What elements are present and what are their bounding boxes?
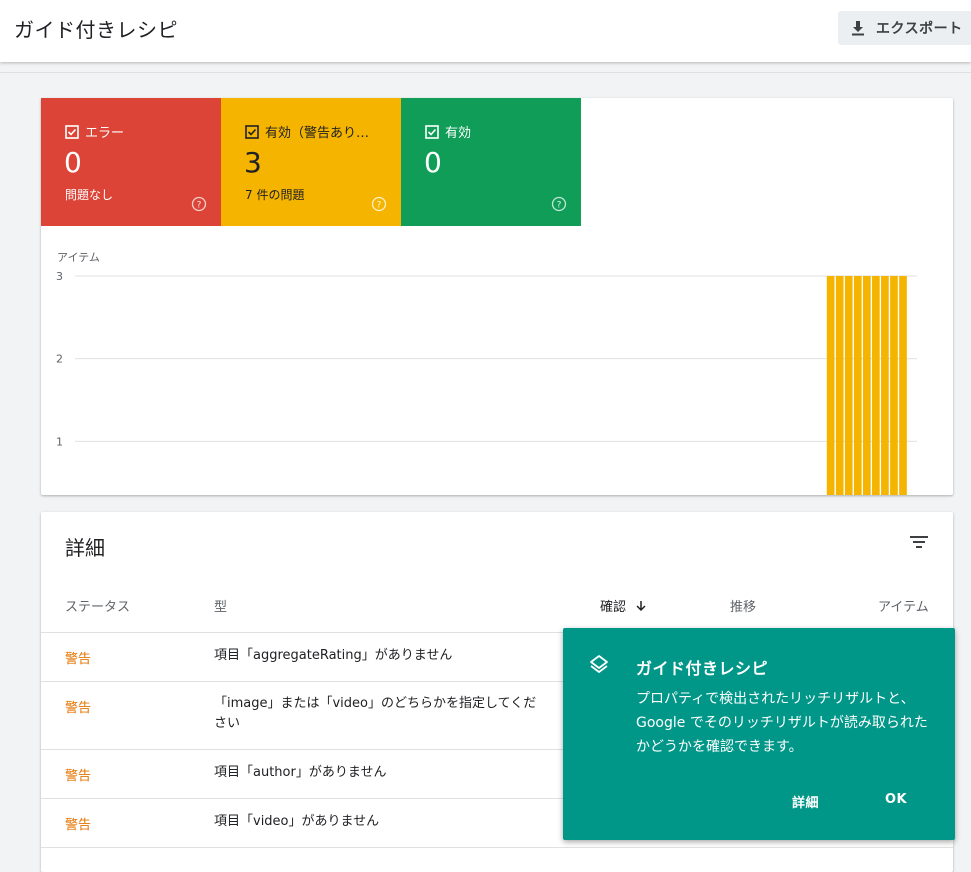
top-app-bar: ガイド付きレシピ エクスポート bbox=[0, 0, 971, 62]
tile-valid[interactable]: 有効 0 ? bbox=[401, 98, 581, 226]
issues-chart: アイテム 0123 2020/02/202020/03/032020/03/15… bbox=[56, 251, 917, 495]
tile-error[interactable]: エラー 0 問題なし ? bbox=[41, 98, 221, 226]
tile-valid-label: 有効 bbox=[445, 126, 472, 141]
tile-warning-sub: 7 件の問題 bbox=[245, 188, 305, 202]
feature-tooltip: ガイド付きレシピ プロパティで検出されたリッチリザルトと、Google でそのリ… bbox=[563, 628, 955, 840]
download-icon bbox=[852, 21, 864, 36]
tile-warning-header: 有効（警告あり… bbox=[245, 122, 369, 141]
tile-error-header: エラー bbox=[65, 122, 124, 141]
checkbox-checked-icon bbox=[425, 124, 439, 139]
export-button[interactable]: エクスポート bbox=[838, 11, 971, 45]
row-status[interactable]: 警告 bbox=[65, 648, 91, 667]
tooltip-title: ガイド付きレシピ bbox=[636, 659, 769, 678]
row-type[interactable]: 項目「author」がありません bbox=[214, 763, 544, 783]
bar bbox=[890, 276, 898, 495]
help-icon[interactable]: ? bbox=[551, 196, 567, 212]
bar bbox=[835, 276, 844, 495]
y-tick-label: 1 bbox=[56, 435, 63, 448]
layers-icon bbox=[590, 655, 608, 673]
filter-icon[interactable] bbox=[909, 534, 929, 550]
arrow-down-icon bbox=[636, 600, 646, 611]
tooltip-body: プロパティで検出されたリッチリザルトと、Google でそのリッチリザルトが読み… bbox=[636, 691, 928, 755]
bar bbox=[881, 276, 889, 495]
bar bbox=[844, 276, 853, 495]
row-type[interactable]: 「image」または「video」のどちらかを指定してください bbox=[214, 694, 544, 734]
svg-text:?: ? bbox=[197, 201, 202, 211]
tile-warning-label: 有効（警告あり… bbox=[265, 126, 370, 141]
y-axis-label: アイテム bbox=[57, 251, 100, 264]
bar bbox=[899, 276, 907, 495]
svg-text:?: ? bbox=[557, 201, 562, 211]
bar bbox=[853, 276, 862, 495]
column-header-confirm-label: 確認 bbox=[600, 600, 627, 615]
tile-error-sub: 問題なし bbox=[65, 188, 114, 202]
column-header-items[interactable]: アイテム bbox=[878, 596, 929, 615]
column-header-trend[interactable]: 推移 bbox=[730, 596, 756, 615]
bar bbox=[862, 276, 871, 495]
y-tick-label: 3 bbox=[56, 270, 63, 283]
help-icon[interactable]: ? bbox=[191, 196, 207, 212]
tile-error-count: 0 bbox=[64, 146, 82, 179]
checkbox-checked-icon bbox=[245, 124, 259, 139]
column-header-status[interactable]: ステータス bbox=[65, 596, 130, 615]
help-icon[interactable]: ? bbox=[371, 196, 387, 212]
tooltip-ok-button[interactable]: OK bbox=[885, 792, 907, 807]
row-status[interactable]: 警告 bbox=[65, 814, 91, 833]
column-header-type[interactable]: 型 bbox=[214, 596, 227, 615]
header-divider bbox=[0, 72, 971, 73]
tile-warning[interactable]: 有効（警告あり… 3 7 件の問題 ? bbox=[221, 98, 401, 226]
row-type[interactable]: 項目「video」がありません bbox=[214, 812, 544, 832]
row-divider bbox=[41, 847, 953, 848]
tile-valid-header: 有効 bbox=[425, 122, 471, 141]
details-title: 詳細 bbox=[65, 536, 105, 560]
export-label: エクスポート bbox=[876, 21, 963, 37]
bar bbox=[826, 276, 835, 495]
row-type[interactable]: 項目「aggregateRating」がありません bbox=[214, 646, 544, 666]
tooltip-details-button[interactable]: 詳細 bbox=[792, 792, 819, 811]
bar bbox=[872, 276, 880, 495]
row-status[interactable]: 警告 bbox=[65, 765, 91, 784]
tile-error-label: エラー bbox=[85, 126, 125, 141]
tile-valid-count: 0 bbox=[424, 146, 442, 179]
summary-card: エラー 0 問題なし ? 有効（警告あり… 3 7 件の問題 ? 有効 0 ? … bbox=[41, 98, 953, 495]
tile-warning-count: 3 bbox=[244, 146, 262, 179]
svg-text:?: ? bbox=[377, 201, 382, 211]
page-title: ガイド付きレシピ bbox=[14, 18, 178, 42]
row-status[interactable]: 警告 bbox=[65, 697, 91, 716]
column-header-confirm[interactable]: 確認 bbox=[600, 596, 648, 615]
y-tick-label: 2 bbox=[56, 353, 63, 366]
checkbox-checked-icon bbox=[65, 124, 79, 139]
